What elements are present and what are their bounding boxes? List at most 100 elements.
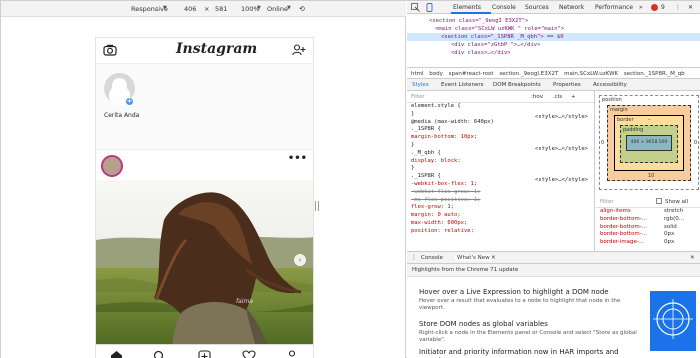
inspect-icon[interactable] [411,3,420,12]
dom-tree: <section class="_9eogI E3X2T"> <main cla… [407,14,700,67]
network-select[interactable]: Online [267,5,288,13]
tab-accessibility[interactable]: Accessibility [593,82,627,88]
style-line[interactable]: display: block; [407,158,594,166]
height-input[interactable]: 581 [215,5,227,13]
add-user-icon[interactable] [292,44,306,56]
style-line[interactable]: max-width: 600px; [407,220,594,228]
profile-icon[interactable] [286,350,298,358]
tab-whats-new[interactable]: What's New [455,255,492,261]
computed-list: align-items stretch border-bottom-… rgb(0… b… [596,208,700,247]
computed-filter-bar: Filter Show all [596,196,700,208]
whats-new-item[interactable]: Initiator and priority information now i… [419,348,639,358]
tab-event-listeners[interactable]: Event Listeners [441,82,484,88]
close-drawer-icon[interactable]: ✕ [690,255,695,261]
whats-new-panel: Highlights from the Chrome 71 update Hov… [407,264,700,358]
photo-image: faima [96,180,313,347]
chevron-down-icon[interactable]: ▼ [257,5,261,11]
computed-row[interactable]: border-bottom-… 0px [596,231,700,239]
breadcrumb-item[interactable]: section._1SP8R._M_qb [624,71,685,77]
computed-property: border-bottom-… [600,231,648,238]
breadcrumb-item[interactable]: html [411,71,424,77]
heart-icon[interactable] [242,350,256,358]
style-line[interactable]: } [407,165,594,173]
rotate-icon[interactable]: ⟲ [299,5,305,13]
computed-row[interactable]: border-bottom-… rgb(0… [596,216,700,224]
tab-network[interactable]: Network [559,4,584,11]
style-line[interactable]: -ms-flex-positive: 1; [407,197,594,205]
instagram-logo[interactable]: Instagram [176,41,257,57]
computed-filter-input[interactable]: Filter [600,199,614,205]
chevron-down-icon[interactable]: ▼ [163,5,167,11]
tab-elements[interactable]: Elements [453,4,481,11]
close-icon[interactable]: ✕ [688,4,693,11]
whats-new-item[interactable]: Hover over a Live Expression to highligh… [419,288,639,312]
tab-styles[interactable]: Styles [412,82,429,88]
style-line[interactable]: element.style { [407,103,594,111]
tab-performance[interactable]: Performance [595,4,633,11]
style-line[interactable]: ._1SP8R { [407,126,594,134]
breadcrumb-item[interactable]: body [429,71,443,77]
error-icon[interactable] [651,4,658,11]
more-tabs-icon[interactable]: » [639,4,643,11]
post-photo[interactable]: faima › [96,180,313,347]
search-icon[interactable] [153,350,166,358]
computed-property: border-bottom-… [600,223,648,230]
style-line[interactable]: flex-grow: 1; [407,204,594,212]
device-toolbar-icon[interactable] [425,3,434,12]
dom-node-selected[interactable]: <section class="_1SP8R _M_qbh"> == $0 [407,33,700,41]
style-line[interactable]: margin: 0 auto; [407,212,594,220]
camera-icon[interactable] [103,44,117,56]
computed-value: solid [664,223,677,230]
plus-icon[interactable]: + [125,97,134,106]
style-source-link[interactable]: <style>…</style> [535,114,588,122]
breadcrumb-item[interactable]: section._9eogI.E3X2T [499,71,558,77]
class-button[interactable]: .cls [553,94,562,102]
breadcrumb-item[interactable]: span#react-root [449,71,494,77]
devtools-tabs: Elements Console Sources Network Perform… [407,1,700,14]
dom-node[interactable]: <main class="SCxLW uzKWK " role="main"> [407,25,700,33]
style-line[interactable]: -webkit-box-flex: 1; [407,181,594,189]
avatar[interactable] [101,155,123,177]
new-rule-button[interactable]: + [571,94,576,102]
tab-sources[interactable]: Sources [525,4,549,11]
resize-handle[interactable] [315,201,319,211]
new-post-icon[interactable] [198,350,211,358]
breadcrumb-item[interactable]: main.SCxLW.uzKWK [564,71,618,77]
dom-node[interactable]: <section class="_9eogI E3X2T"> [407,17,700,25]
width-input[interactable]: 406 [184,5,196,13]
style-line[interactable]: margin-bottom: 10px; [407,134,594,142]
show-all-checkbox[interactable] [656,198,662,204]
drawer-menu-icon[interactable]: ⋮ [411,254,417,261]
style-line[interactable]: position: relative; [407,228,594,236]
dom-node[interactable]: <div class>…</div> [407,49,700,57]
whats-new-desc: Hover over a result that evaluates to a … [419,298,621,311]
whats-new-item[interactable]: Store DOM nodes as global variables Righ… [419,320,639,344]
style-line[interactable]: -webkit-flex-grow: 1; [407,189,594,197]
home-icon[interactable] [110,350,123,358]
next-arrow-icon[interactable]: › [294,254,306,266]
computed-row[interactable]: align-items stretch [596,208,700,216]
close-tab-icon[interactable]: ✕ [491,255,496,261]
whats-new-title: Hover over a Live Expression to highligh… [419,288,609,296]
hover-state-button[interactable]: :hov [531,94,543,102]
computed-row[interactable]: border-image-… 0px [596,239,700,247]
computed-row[interactable]: border-bottom-… solid [596,224,700,232]
more-options-icon[interactable]: ⋮ [675,4,681,11]
border-label: border [617,117,634,123]
border-value: – [648,117,651,123]
chevron-down-icon[interactable]: ▼ [287,5,291,11]
styles-filter-bar: Filter :hov .cls + [407,91,594,103]
tab-dom-breakpoints[interactable]: DOM Breakpoints [493,82,541,88]
tab-properties[interactable]: Properties [553,82,581,88]
style-source-link[interactable]: <style>…</style> [535,146,588,154]
tab-console[interactable]: Console [492,4,516,11]
computed-value: rgb(0… [664,215,685,222]
photo-watermark: faima [236,298,253,305]
computed-value: stretch [664,208,684,214]
side-value: 0 [601,140,605,146]
dom-node[interactable]: <div class="zGtbP ">…</div> [407,41,700,49]
post-header: ••• [96,150,313,177]
more-options-icon[interactable]: ••• [288,153,307,164]
styles-filter-input[interactable]: Filter [411,94,425,100]
tab-console-drawer[interactable]: Console [421,255,443,261]
